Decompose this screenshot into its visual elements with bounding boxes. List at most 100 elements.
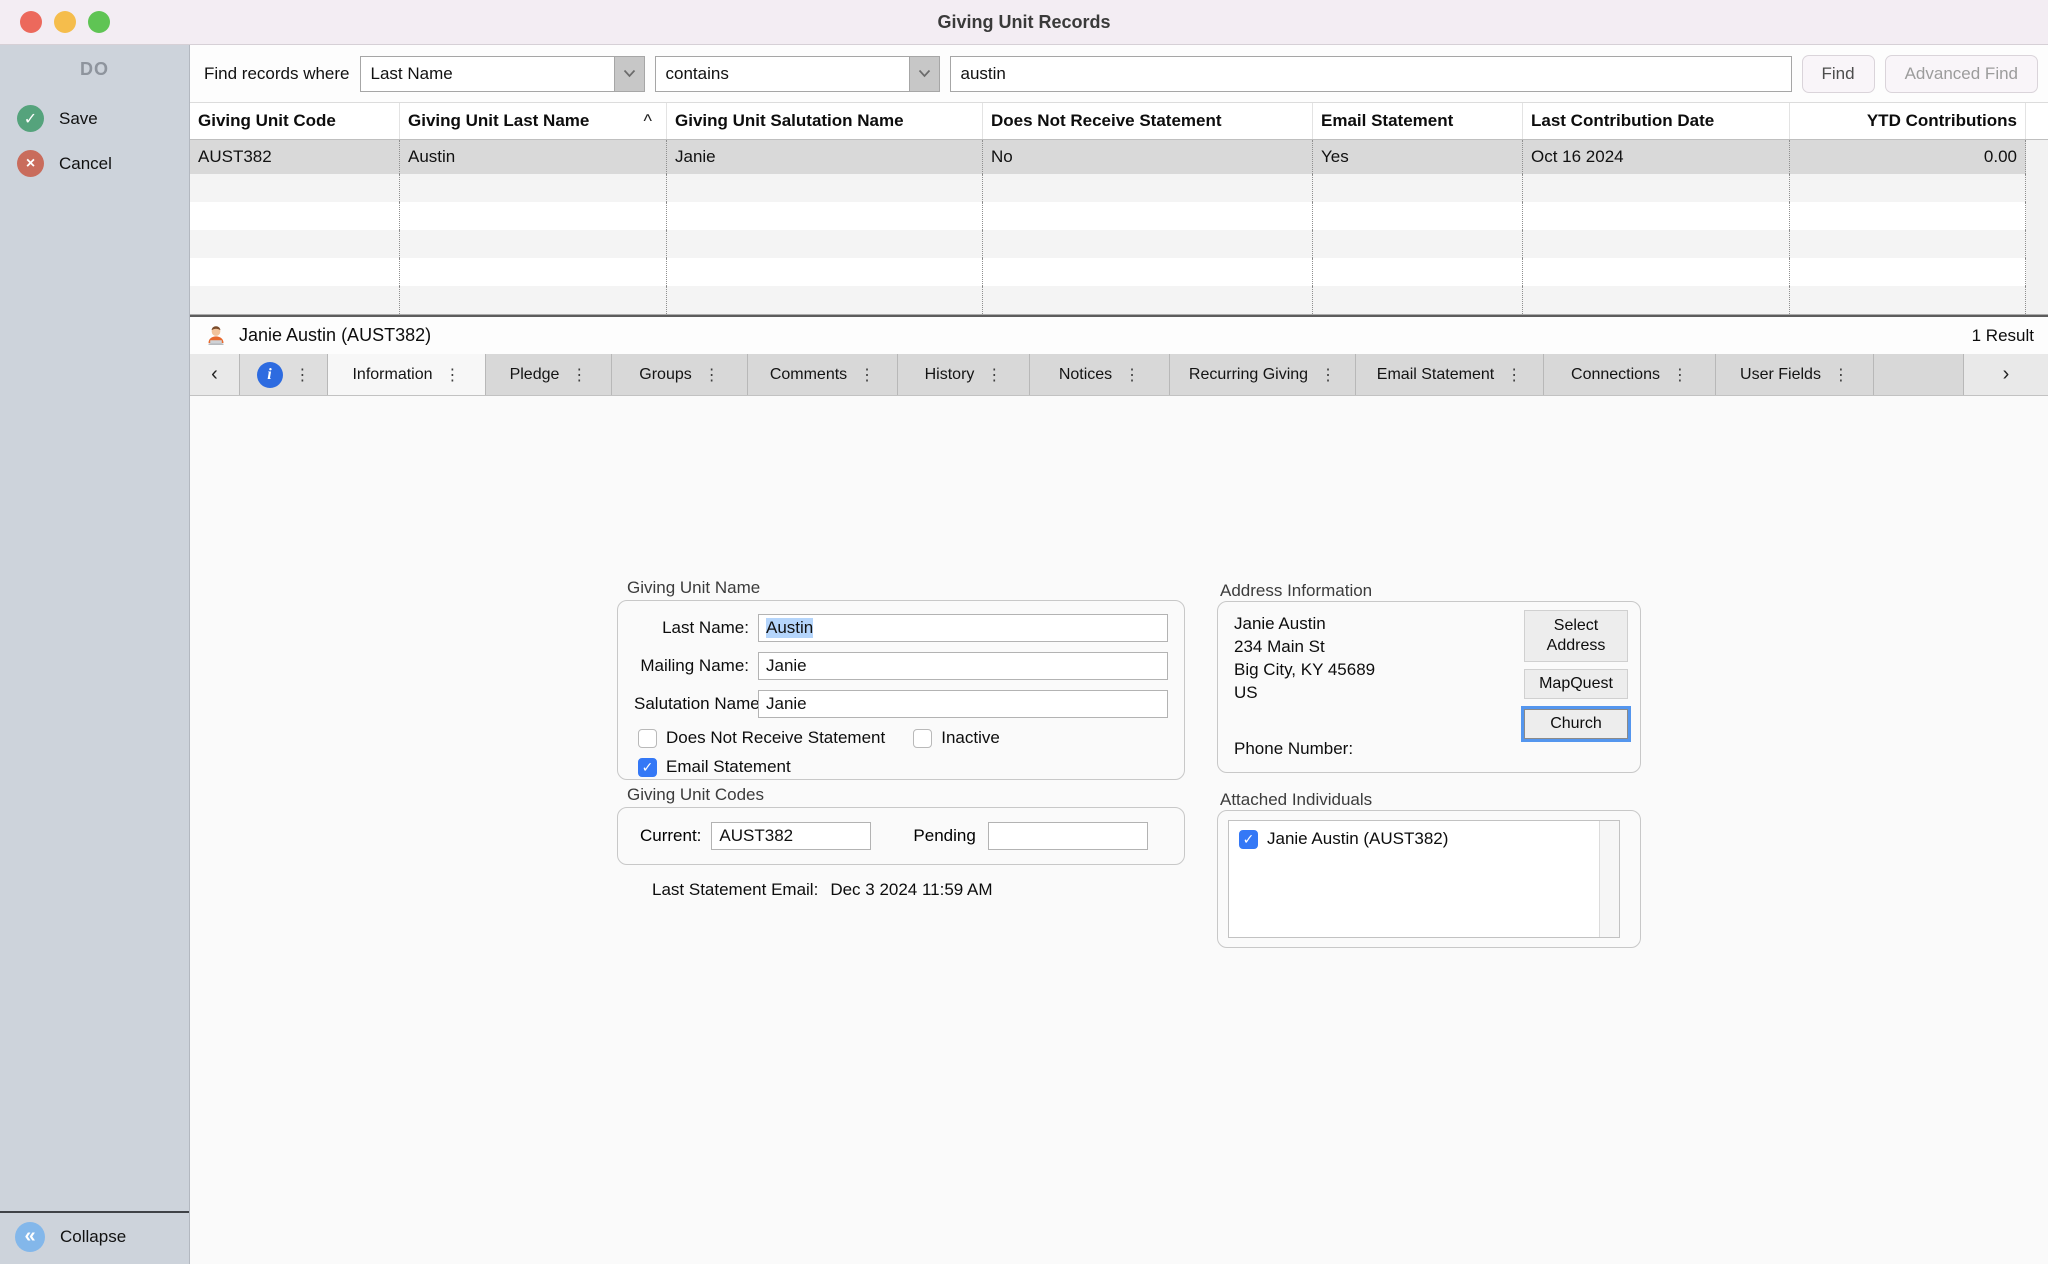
person-icon — [204, 324, 228, 348]
zoom-window-button[interactable] — [88, 11, 110, 33]
minimize-window-button[interactable] — [54, 11, 76, 33]
column-header-email-statement[interactable]: Email Statement — [1313, 103, 1523, 139]
empty-table-row — [190, 286, 2048, 314]
current-code-label: Current: — [640, 826, 701, 846]
field-dropdown[interactable]: Last Name — [360, 56, 645, 92]
column-header-giving-unit-code[interactable]: Giving Unit Code — [190, 103, 400, 139]
sidebar-spacer — [0, 186, 189, 1211]
mapquest-button[interactable]: MapQuest — [1524, 669, 1628, 699]
tab-options-icon[interactable]: ⋮ — [859, 365, 875, 385]
last-statement-email-row: Last Statement Email: Dec 3 2024 11:59 A… — [652, 880, 993, 900]
column-header-giving-unit-last-name[interactable]: Giving Unit Last Name^ — [400, 103, 667, 139]
advanced-find-button[interactable]: Advanced Find — [1885, 55, 2038, 93]
mailing-name-field[interactable] — [758, 652, 1168, 680]
column-header-ytd-contributions[interactable]: YTD Contributions — [1790, 103, 2026, 139]
select-address-button[interactable]: Select Address — [1524, 610, 1628, 662]
operator-dropdown[interactable]: contains — [655, 56, 940, 92]
does-not-receive-statement-checkbox[interactable] — [638, 729, 657, 748]
cell-email-statement: Yes — [1313, 140, 1523, 174]
inactive-label: Inactive — [941, 728, 1000, 748]
result-count: 1 Result — [1972, 326, 2034, 346]
last-name-value: Austin — [766, 618, 813, 638]
tab-notices[interactable]: Notices⋮ — [1030, 354, 1170, 395]
column-header-last-contribution-date[interactable]: Last Contribution Date — [1523, 103, 1790, 139]
tab-user-fields[interactable]: User Fields⋮ — [1716, 354, 1874, 395]
last-name-field[interactable]: Austin — [758, 614, 1168, 642]
tab-options-icon[interactable]: ⋮ — [1320, 365, 1336, 385]
operator-dropdown-value: contains — [656, 57, 909, 91]
attached-individual-label: Janie Austin (AUST382) — [1267, 829, 1448, 849]
last-name-label: Last Name: — [634, 618, 758, 638]
search-bar: Find records where Last Name contains Fi… — [190, 45, 2048, 103]
attached-individuals-group-label: Attached Individuals — [1220, 790, 1372, 810]
tab-info[interactable]: i ⋮ — [240, 354, 328, 395]
table-row[interactable]: AUST382 Austin Janie No Yes Oct 16 2024 … — [190, 140, 2048, 174]
save-button[interactable]: ✓ Save — [0, 96, 189, 141]
church-button[interactable]: Church — [1524, 709, 1628, 739]
current-code-field[interactable] — [711, 822, 871, 850]
sidebar: DO ✓ Save × Cancel « Collapse — [0, 45, 190, 1264]
tab-options-icon[interactable]: ⋮ — [445, 365, 461, 385]
tab-options-icon[interactable]: ⋮ — [295, 365, 311, 385]
tabs-scroll-left-button[interactable]: ‹ — [190, 354, 240, 395]
cell-does-not-receive-statement: No — [983, 140, 1313, 174]
find-button[interactable]: Find — [1802, 55, 1875, 93]
tab-options-icon[interactable]: ⋮ — [986, 365, 1002, 385]
cancel-button[interactable]: × Cancel — [0, 141, 189, 186]
tab-options-icon[interactable]: ⋮ — [1672, 365, 1688, 385]
tab-comments[interactable]: Comments⋮ — [748, 354, 898, 395]
empty-table-row — [190, 202, 2048, 230]
app-window: Giving Unit Records DO ✓ Save × Cancel «… — [0, 0, 2048, 1264]
save-label: Save — [59, 109, 98, 129]
table-scrollbar-gutter — [2026, 103, 2048, 139]
tab-options-icon[interactable]: ⋮ — [1506, 365, 1522, 385]
sort-ascending-icon: ^ — [644, 111, 658, 132]
column-header-giving-unit-salutation-name[interactable]: Giving Unit Salutation Name — [667, 103, 983, 139]
tabs-scroll-right-button[interactable]: › — [1964, 354, 2048, 395]
tab-information[interactable]: Information⋮ — [328, 354, 486, 395]
address-information-group: Janie Austin 234 Main St Big City, KY 45… — [1217, 601, 1641, 773]
tab-options-icon[interactable]: ⋮ — [1833, 365, 1849, 385]
does-not-receive-statement-label: Does Not Receive Statement — [666, 728, 885, 748]
salutation-name-field[interactable] — [758, 690, 1168, 718]
tab-email-statement[interactable]: Email Statement⋮ — [1356, 354, 1544, 395]
address-block: Janie Austin 234 Main St Big City, KY 45… — [1234, 612, 1375, 704]
attached-individual-row[interactable]: ✓ Janie Austin (AUST382) — [1239, 829, 1589, 849]
cell-giving-unit-code: AUST382 — [190, 140, 400, 174]
tab-recurring-giving[interactable]: Recurring Giving⋮ — [1170, 354, 1356, 395]
search-input[interactable] — [950, 56, 1792, 92]
collapse-label: Collapse — [60, 1227, 126, 1247]
tab-options-icon[interactable]: ⋮ — [1124, 365, 1140, 385]
close-window-button[interactable] — [20, 11, 42, 33]
inactive-checkbox[interactable] — [913, 729, 932, 748]
pending-code-field[interactable] — [988, 822, 1148, 850]
tab-pledge[interactable]: Pledge⋮ — [486, 354, 612, 395]
chevron-down-icon — [614, 57, 644, 91]
attached-individuals-list: ✓ Janie Austin (AUST382) — [1228, 820, 1620, 938]
table-scrollbar[interactable] — [2026, 140, 2048, 174]
table-header: Giving Unit Code Giving Unit Last Name^ … — [190, 103, 2048, 140]
giving-unit-name-group: Last Name: Austin Mailing Name: Salutati… — [617, 600, 1185, 780]
result-bar: Janie Austin (AUST382) 1 Result — [190, 317, 2048, 354]
tab-options-icon[interactable]: ⋮ — [704, 365, 720, 385]
column-header-does-not-receive-statement[interactable]: Does Not Receive Statement — [983, 103, 1313, 139]
list-scrollbar[interactable] — [1599, 821, 1619, 937]
tab-options-icon[interactable]: ⋮ — [571, 365, 587, 385]
info-icon: i — [257, 362, 283, 388]
collapse-button[interactable]: « Collapse — [0, 1211, 189, 1264]
empty-table-row — [190, 174, 2048, 202]
save-check-icon: ✓ — [17, 105, 44, 132]
cancel-x-icon: × — [17, 150, 44, 177]
attached-individual-checkbox[interactable]: ✓ — [1239, 830, 1258, 849]
search-label: Find records where — [204, 64, 350, 84]
tab-connections[interactable]: Connections⋮ — [1544, 354, 1716, 395]
collapse-chevrons-icon: « — [15, 1222, 45, 1252]
email-statement-label: Email Statement — [666, 757, 791, 777]
window-title: Giving Unit Records — [0, 12, 2048, 33]
chevron-right-icon: › — [2003, 363, 2010, 386]
email-statement-checkbox[interactable]: ✓ — [638, 758, 657, 777]
record-name: Janie Austin (AUST382) — [239, 325, 431, 346]
empty-table-row — [190, 258, 2048, 286]
tab-history[interactable]: History⋮ — [898, 354, 1030, 395]
tab-groups[interactable]: Groups⋮ — [612, 354, 748, 395]
